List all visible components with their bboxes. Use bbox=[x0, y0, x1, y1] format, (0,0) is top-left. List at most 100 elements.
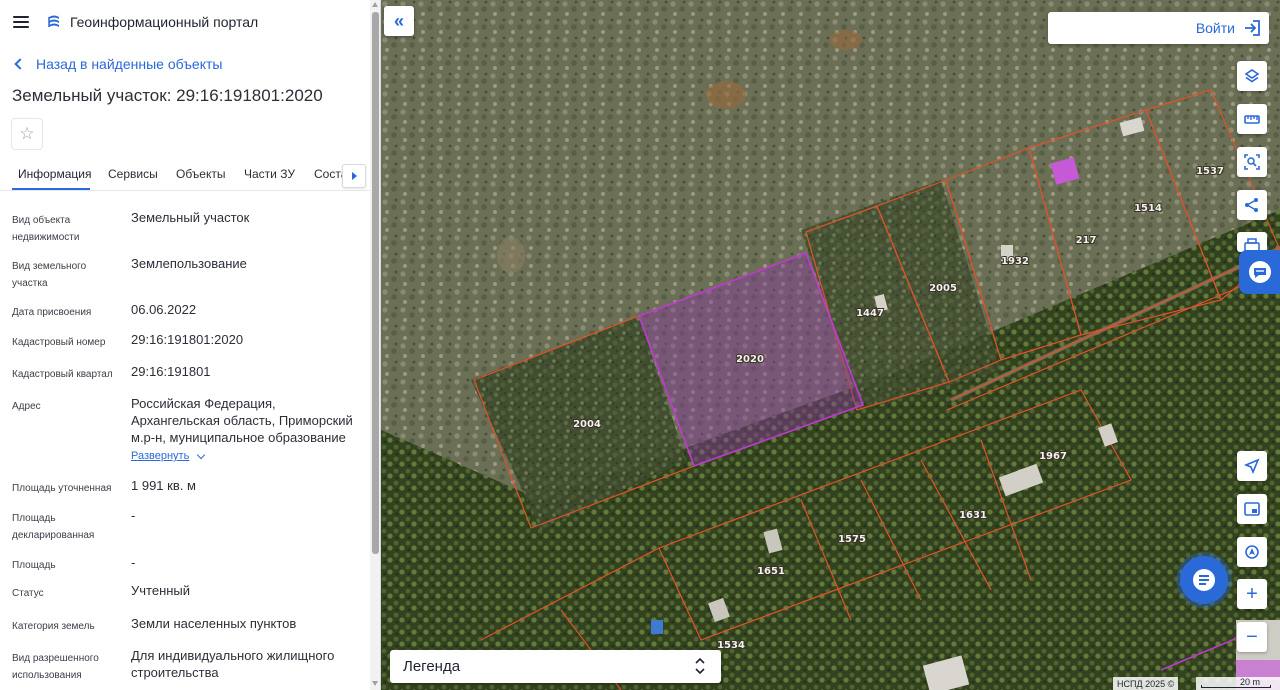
chevron-left-icon bbox=[14, 58, 26, 70]
info-value: Землепользование bbox=[131, 256, 247, 271]
info-value: 1 991 кв. м bbox=[131, 478, 196, 493]
area-select-button[interactable] bbox=[1237, 147, 1267, 177]
ruler-button[interactable] bbox=[1237, 104, 1267, 134]
print-button[interactable] bbox=[1237, 232, 1267, 252]
tabs-scroll-right-button[interactable] bbox=[342, 164, 366, 188]
info-value: - bbox=[131, 555, 136, 570]
parcel-label: 1447 bbox=[856, 308, 884, 319]
parcel-label: 2020 bbox=[736, 354, 764, 365]
parcel-label: 1537 bbox=[1196, 166, 1224, 177]
address-text: Российская Федерация, Архангельская обла… bbox=[131, 396, 353, 445]
feedback-button[interactable] bbox=[1239, 250, 1280, 294]
info-value: - bbox=[131, 508, 136, 523]
parcel-label: 2004 bbox=[573, 419, 601, 430]
zoom-in-icon: + bbox=[1246, 583, 1258, 605]
map-attribution: НСПД 2025 © bbox=[1113, 677, 1179, 690]
object-info-panel: Геоинформационный портал Назад в найденн… bbox=[0, 0, 381, 690]
zoom-out-icon: − bbox=[1246, 626, 1258, 648]
scale-label: 20 m bbox=[1240, 677, 1261, 687]
chat-button[interactable] bbox=[1180, 556, 1228, 604]
zoom-in-button[interactable]: + bbox=[1237, 579, 1267, 609]
login-label: Войти bbox=[1195, 20, 1235, 36]
attribution-text: НСПД 2025 © bbox=[1117, 678, 1175, 689]
login-button[interactable]: Войти bbox=[1196, 19, 1261, 37]
zoom-out-button[interactable]: − bbox=[1237, 622, 1267, 652]
tab-bar: Информация Сервисы Объекты Части ЗУ Сост… bbox=[0, 160, 370, 191]
chevron-down-icon bbox=[197, 450, 206, 460]
parcel-label: 1575 bbox=[838, 534, 866, 545]
portal-title: Геоинформационный портал bbox=[70, 14, 259, 30]
satellite-imagery: 2020 2004 1447 2005 1932 217 1514 1537 1… bbox=[381, 0, 1280, 690]
parcel-label: 217 bbox=[1076, 235, 1097, 246]
star-icon: ☆ bbox=[19, 124, 35, 143]
info-label: Площадь уточненная bbox=[12, 483, 112, 494]
info-label: Площадь bbox=[12, 560, 56, 571]
info-label: Категория земель bbox=[12, 621, 95, 632]
expand-collapse-icon bbox=[695, 657, 705, 675]
info-value: 29:16:191801:2020 bbox=[131, 332, 244, 347]
page-title: Земельный участок: 29:16:191801:2020 bbox=[12, 86, 323, 105]
navigate-icon bbox=[1243, 458, 1260, 475]
tab-objects[interactable]: Объекты bbox=[176, 167, 226, 181]
hamburger-menu-icon[interactable] bbox=[13, 16, 29, 28]
info-label: Кадастровый квартал bbox=[12, 369, 113, 380]
info-label: Дата присвоения bbox=[12, 307, 92, 318]
expand-address-link[interactable]: Развернуть bbox=[131, 448, 206, 465]
info-label: Вид разрешенного использования bbox=[12, 653, 99, 681]
info-value: Российская Федерация, Архангельская обла… bbox=[131, 395, 363, 465]
favorite-button[interactable]: ☆ bbox=[11, 118, 43, 150]
parcel-label: 1514 bbox=[1134, 203, 1162, 214]
layers-button[interactable] bbox=[1237, 61, 1267, 91]
scale-bar bbox=[1201, 685, 1271, 688]
tab-information[interactable]: Информация bbox=[18, 167, 91, 181]
legend-toggle[interactable]: Легенда bbox=[390, 650, 721, 683]
back-link-label: Назад в найденные объекты bbox=[36, 56, 223, 72]
chat-icon bbox=[1193, 569, 1215, 591]
parcel-label: 1932 bbox=[1001, 256, 1029, 267]
info-value: Учтенный bbox=[131, 583, 191, 598]
parcel-label: 1534 bbox=[717, 640, 745, 651]
scroll-up-icon[interactable] bbox=[372, 2, 378, 7]
info-label: Вид земельного участка bbox=[12, 261, 87, 289]
active-tab-indicator bbox=[12, 188, 90, 190]
map-view[interactable]: 2020 2004 1447 2005 1932 217 1514 1537 1… bbox=[381, 0, 1280, 690]
tab-services[interactable]: Сервисы bbox=[108, 167, 158, 181]
share-button[interactable] bbox=[1237, 190, 1267, 220]
parcel-label: 1651 bbox=[757, 566, 785, 577]
info-label: Вид объекта недвижимости bbox=[12, 215, 80, 243]
info-value: Земельный участок bbox=[131, 210, 250, 225]
info-label: Площадь декларированная bbox=[12, 513, 95, 541]
minimap-icon bbox=[1244, 502, 1260, 516]
expand-label: Развернуть bbox=[131, 450, 190, 462]
login-bar: Войти bbox=[1048, 12, 1269, 44]
info-label: Статус bbox=[12, 588, 44, 599]
info-value: Для индивидуального жилищного строительс… bbox=[131, 648, 335, 680]
scroll-thumb[interactable] bbox=[372, 12, 379, 554]
parcel-label: 2005 bbox=[929, 283, 957, 294]
portal-logo-icon bbox=[48, 15, 59, 27]
login-icon bbox=[1245, 20, 1260, 36]
info-label: Кадастровый номер bbox=[12, 337, 106, 348]
share-icon bbox=[1245, 198, 1258, 212]
parcel-label: 1631 bbox=[959, 510, 987, 521]
collapse-panel-button[interactable]: « bbox=[384, 6, 414, 36]
geolocation-icon bbox=[1245, 545, 1259, 559]
tab-parts[interactable]: Части ЗУ bbox=[244, 167, 295, 181]
geolocation-button[interactable] bbox=[1237, 537, 1267, 567]
info-value: 06.06.2022 bbox=[131, 302, 197, 317]
scroll-down-icon[interactable] bbox=[372, 681, 378, 686]
info-label: Адрес bbox=[12, 401, 41, 412]
panel-header: Геоинформационный портал bbox=[0, 0, 380, 44]
area-select-icon bbox=[1244, 154, 1260, 170]
double-chevron-left-icon: « bbox=[393, 10, 404, 31]
layers-icon bbox=[1244, 69, 1260, 83]
info-value: Земли населенных пунктов bbox=[131, 616, 297, 631]
minimap-button[interactable] bbox=[1237, 494, 1267, 524]
info-value: 29:16:191801 bbox=[131, 364, 211, 379]
map-scale: 20 m bbox=[1196, 677, 1280, 690]
back-to-results-link[interactable]: Назад в найденные объекты bbox=[14, 56, 223, 72]
panel-scrollbar[interactable] bbox=[370, 0, 380, 690]
ruler-icon bbox=[1244, 115, 1260, 124]
navigate-button[interactable] bbox=[1237, 451, 1267, 481]
feedback-icon bbox=[1248, 261, 1271, 283]
